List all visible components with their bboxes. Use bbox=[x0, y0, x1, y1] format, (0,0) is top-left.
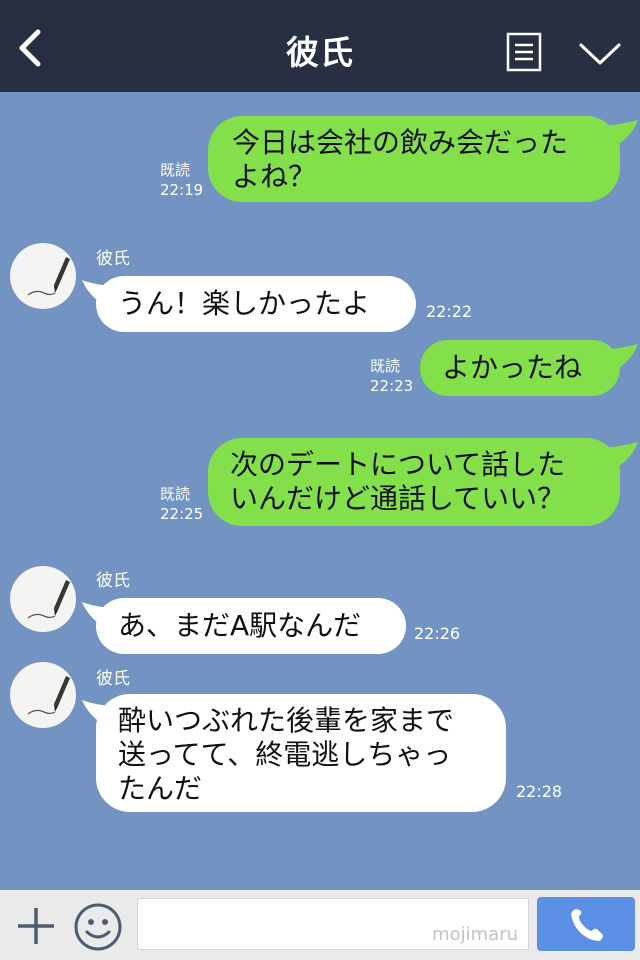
collapse-button[interactable] bbox=[578, 40, 622, 68]
watermark: mojimaru bbox=[432, 924, 518, 945]
incoming-message-bubble[interactable]: 酔いつぶれた後輩を家まで 送ってて、終電逃しちゃっ たんだ bbox=[96, 694, 506, 812]
incoming-message-bubble[interactable]: うん！楽しかったよ bbox=[96, 276, 416, 332]
incoming-message-bubble[interactable]: あ、まだA駅なんだ bbox=[96, 598, 406, 654]
message-text: 次のデートについて話した いんだけど通話していい？ bbox=[230, 448, 566, 515]
smiley-icon bbox=[74, 903, 122, 951]
message-text: あ、まだA駅なんだ bbox=[118, 609, 362, 642]
message-input[interactable]: mojimaru bbox=[137, 898, 529, 950]
avatar[interactable] bbox=[10, 566, 76, 632]
pen-icon bbox=[27, 580, 70, 619]
message-meta: 既読 22:23 bbox=[370, 356, 413, 396]
message-time: 22:23 bbox=[370, 377, 414, 395]
chevron-down-icon bbox=[579, 43, 621, 65]
sender-name: 彼氏 bbox=[96, 249, 130, 269]
message-text: 酔いつぶれた後輩を家まで 送ってて、終電逃しちゃっ たんだ bbox=[118, 704, 455, 805]
phone-icon bbox=[571, 909, 603, 941]
pen-icon bbox=[27, 257, 70, 296]
menu-list-icon bbox=[506, 32, 542, 72]
chat-header: 彼氏 bbox=[0, 0, 640, 92]
outgoing-message-bubble[interactable]: よかったね bbox=[420, 340, 620, 396]
sender-name: 彼氏 bbox=[96, 571, 130, 591]
menu-button[interactable] bbox=[506, 32, 542, 72]
message-time: 22:22 bbox=[426, 302, 473, 321]
message-meta: 既読 22:25 bbox=[160, 484, 203, 524]
bubble-tail bbox=[604, 120, 638, 146]
message-text: よかったね bbox=[442, 351, 583, 384]
avatar[interactable] bbox=[10, 662, 76, 728]
sticker-button[interactable] bbox=[73, 902, 123, 952]
outgoing-message-bubble[interactable]: 次のデートについて話した いんだけど通話していい？ bbox=[208, 438, 620, 526]
message-time: 22:28 bbox=[516, 782, 563, 801]
bubble-tail bbox=[604, 344, 638, 370]
chat-screen: 彼氏 既読 22:19 今日は会社の飲み会だった よね？ 彼氏 うん！楽しかった… bbox=[0, 0, 640, 960]
message-time: 22:25 bbox=[160, 505, 204, 523]
read-receipt: 既読 bbox=[160, 161, 191, 179]
plus-icon bbox=[18, 908, 54, 944]
message-time: 22:19 bbox=[160, 181, 204, 199]
avatar[interactable] bbox=[10, 243, 76, 309]
call-button[interactable] bbox=[537, 897, 635, 951]
message-meta: 既読 22:19 bbox=[160, 160, 203, 200]
read-receipt: 既読 bbox=[160, 485, 191, 503]
chat-title: 彼氏 bbox=[286, 33, 354, 72]
message-text: 今日は会社の飲み会だった よね？ bbox=[232, 126, 569, 193]
bubble-tail bbox=[604, 442, 638, 468]
pen-icon bbox=[27, 676, 70, 715]
message-time: 22:26 bbox=[414, 624, 461, 643]
sender-name: 彼氏 bbox=[96, 669, 130, 689]
message-text: うん！楽しかったよ bbox=[118, 287, 371, 320]
outgoing-message-bubble[interactable]: 今日は会社の飲み会だった よね？ bbox=[208, 116, 620, 202]
add-button[interactable] bbox=[14, 904, 58, 948]
read-receipt: 既読 bbox=[370, 357, 401, 375]
